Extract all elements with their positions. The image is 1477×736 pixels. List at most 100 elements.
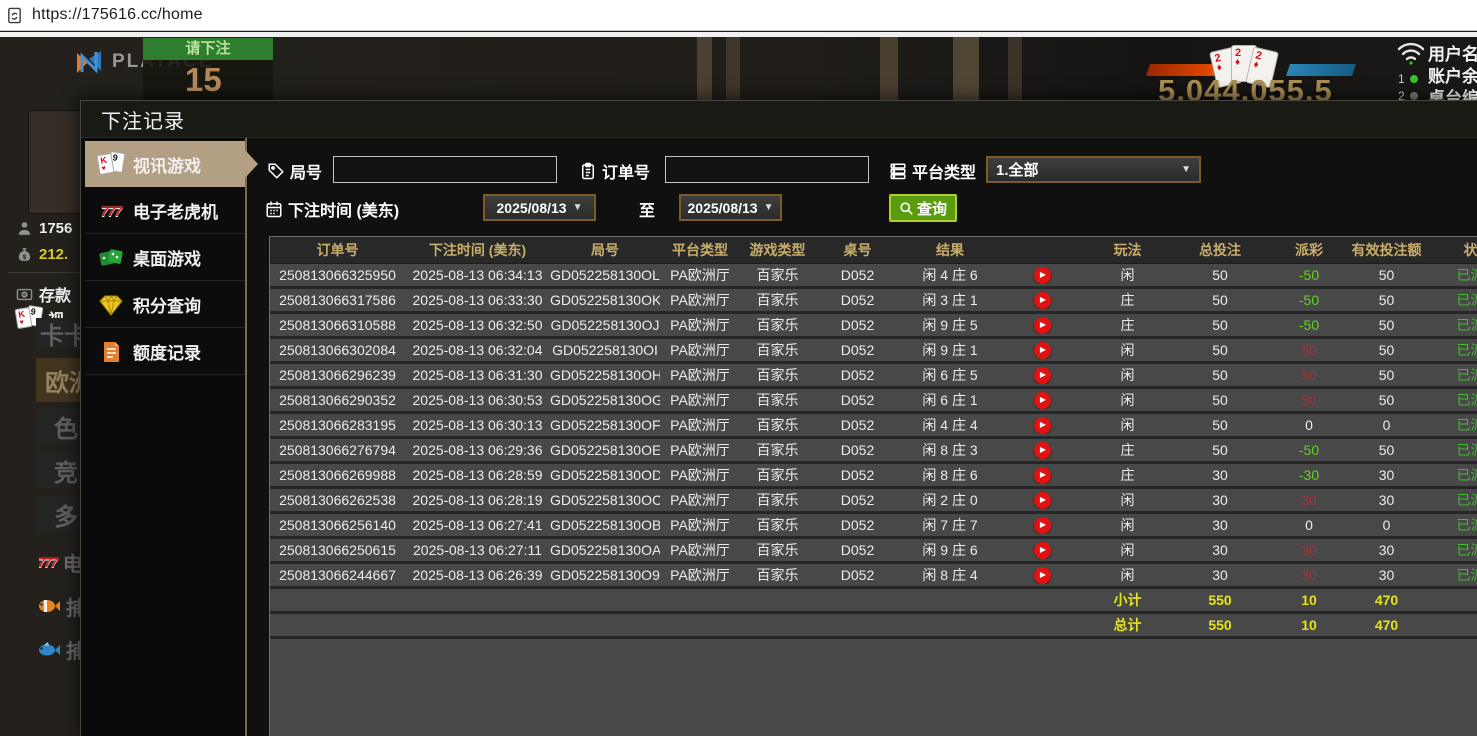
replay-play-button[interactable]: ▶ [1034, 391, 1051, 409]
valid-bet-cell: 50 [1378, 442, 1395, 458]
platform-cell: PA欧洲厅 [670, 492, 730, 508]
play-icon: ▶ [1039, 445, 1047, 454]
valid-bet-cell: 0 [1382, 517, 1391, 533]
table-row: 250813066317586 2025-08-13 06:33:30 GD05… [270, 289, 1477, 314]
result-cell: 闲 4 庄 6 [922, 267, 978, 283]
play-type-cell: 庄 [1120, 467, 1135, 483]
deposit-button[interactable]: $ 存款 [16, 282, 71, 306]
table-no-cell: D052 [840, 342, 875, 358]
order-id-cell: 250813066283195 [279, 417, 396, 433]
play-icon: ▶ [1039, 320, 1047, 329]
browser-address-bar[interactable]: https://175616.cc/home [0, 0, 1477, 31]
replay-play-button[interactable]: ▶ [1034, 516, 1051, 534]
status-cell: 已派彩 [1456, 392, 1477, 408]
play-type-cell: 闲 [1120, 342, 1135, 358]
date-from-picker[interactable]: 2025/08/13 ▼ [483, 194, 596, 221]
background-pillar [697, 37, 712, 101]
table-row: 250813066256140 2025-08-13 06:27:41 GD05… [270, 514, 1477, 539]
result-cell: 闲 9 庄 5 [922, 317, 978, 333]
url-text[interactable]: https://175616.cc/home [32, 6, 203, 24]
platform-cell: PA欧洲厅 [670, 267, 730, 283]
replay-play-button[interactable]: ▶ [1034, 266, 1051, 284]
order-id-input[interactable] [665, 156, 869, 183]
game-type-cell: 百家乐 [756, 442, 799, 458]
tab-quota-records[interactable]: 额度记录 [85, 329, 245, 375]
total-bet-cell: 30 [1212, 492, 1228, 508]
round-id-input[interactable] [333, 156, 557, 183]
replay-play-button[interactable]: ▶ [1034, 541, 1051, 559]
order-id-cell: 250813066325950 [279, 267, 396, 283]
payout-cell: 50 [1301, 367, 1317, 383]
total-bet-cell: 50 [1212, 317, 1228, 333]
bet-time-cell: 2025-08-13 06:32:04 [412, 342, 543, 358]
replay-play-button[interactable]: ▶ [1034, 291, 1051, 309]
date-to-picker[interactable]: 2025/08/13 ▼ [679, 194, 782, 221]
background-pillar [1008, 37, 1022, 101]
tab-slots[interactable]: 777 电子老虎机 [85, 188, 245, 234]
money-bag-icon: $ [18, 248, 31, 261]
order-id-cell: 250813066269988 [279, 467, 396, 483]
bet-time-cell: 2025-08-13 06:34:13 [412, 267, 543, 283]
platform-type-select[interactable]: 1.全部 ▼ [986, 156, 1201, 183]
round-id-cell: GD052258130OG [550, 392, 660, 408]
play-icon: ▶ [1039, 470, 1047, 479]
platform-cell: PA欧洲厅 [670, 342, 730, 358]
chevron-down-icon: ▼ [763, 202, 774, 213]
replay-play-button[interactable]: ▶ [1034, 566, 1051, 584]
payout-cell: 0 [1305, 417, 1313, 433]
table-row: 250813066302084 2025-08-13 06:32:04 GD05… [270, 339, 1477, 364]
tag-icon [268, 163, 284, 179]
query-button[interactable]: 查询 [889, 194, 958, 222]
game-type-cell: 百家乐 [756, 492, 799, 508]
replay-play-button[interactable]: ▶ [1034, 441, 1051, 459]
valid-bet-cell: 50 [1378, 292, 1395, 308]
platform-cell: PA欧洲厅 [670, 567, 730, 583]
result-cell: 闲 7 庄 7 [922, 517, 978, 533]
subtotal-row: 小计 550 10 470 [270, 589, 1477, 614]
status-cell: 已派彩 [1456, 267, 1477, 283]
tab-table-games[interactable]: 桌面游戏 [85, 235, 245, 281]
valid-bet-cell: 50 [1378, 317, 1395, 333]
tab-video-games[interactable]: 9 K ♥ 视讯游戏 [85, 141, 258, 187]
result-cell: 闲 8 庄 4 [922, 567, 978, 583]
seat-indicator-1: 1 [1398, 72, 1418, 86]
order-id-cell: 250813066262538 [279, 492, 396, 508]
result-cell: 闲 4 庄 4 [922, 417, 978, 433]
replay-play-button[interactable]: ▶ [1034, 416, 1051, 434]
round-id-label: 局号 [267, 159, 322, 183]
table-header-row: 订单号 下注时间 (美东) 局号 平台类型 游戏类型 桌号 结果 玩法 总投注 … [270, 237, 1477, 264]
bet-time-cell: 2025-08-13 06:28:19 [412, 492, 543, 508]
total-bet-cell: 50 [1212, 292, 1228, 308]
replay-play-button[interactable]: ▶ [1034, 341, 1051, 359]
bet-countdown-value: 15 [143, 60, 273, 102]
platform-cell: PA欧洲厅 [670, 442, 730, 458]
replay-play-button[interactable]: ▶ [1034, 316, 1051, 334]
play-icon: ▶ [1039, 495, 1047, 504]
order-id-cell: 250813066290352 [279, 392, 396, 408]
table-no-cell: D052 [840, 267, 875, 283]
valid-bet-cell: 30 [1378, 542, 1395, 558]
date-from-value: 2025/08/13 [496, 199, 567, 216]
blue-fish-icon [39, 642, 60, 656]
table-no-cell: D052 [840, 292, 875, 308]
valid-bet-cell: 50 [1378, 267, 1395, 283]
bet-time-cell: 2025-08-13 06:28:59 [412, 467, 543, 483]
clipboard-icon [582, 162, 594, 180]
replay-play-button[interactable]: ▶ [1034, 366, 1051, 384]
tab-points-query[interactable]: 积分查询 [85, 282, 245, 328]
user-id-text: 1756 [39, 220, 73, 237]
user-balance-row: $ 212. [16, 246, 68, 263]
game-type-cell: 百家乐 [756, 417, 799, 433]
bet-time-cell: 2025-08-13 06:32:50 [412, 317, 543, 333]
user-avatar[interactable] [28, 110, 82, 214]
table-row: 250813066276794 2025-08-13 06:29:36 GD05… [270, 439, 1477, 464]
grandtotal-row: 总计 550 10 470 [270, 614, 1477, 639]
total-bet-cell: 50 [1212, 392, 1228, 408]
replay-play-button[interactable]: ▶ [1034, 466, 1051, 484]
payout-cell: 50 [1301, 342, 1317, 358]
diamond-icon [99, 294, 123, 316]
status-dot-gray [1409, 92, 1418, 100]
page-reload-icon[interactable] [6, 7, 23, 24]
replay-play-button[interactable]: ▶ [1034, 491, 1051, 509]
round-id-cell: GD052258130OD [550, 467, 660, 483]
